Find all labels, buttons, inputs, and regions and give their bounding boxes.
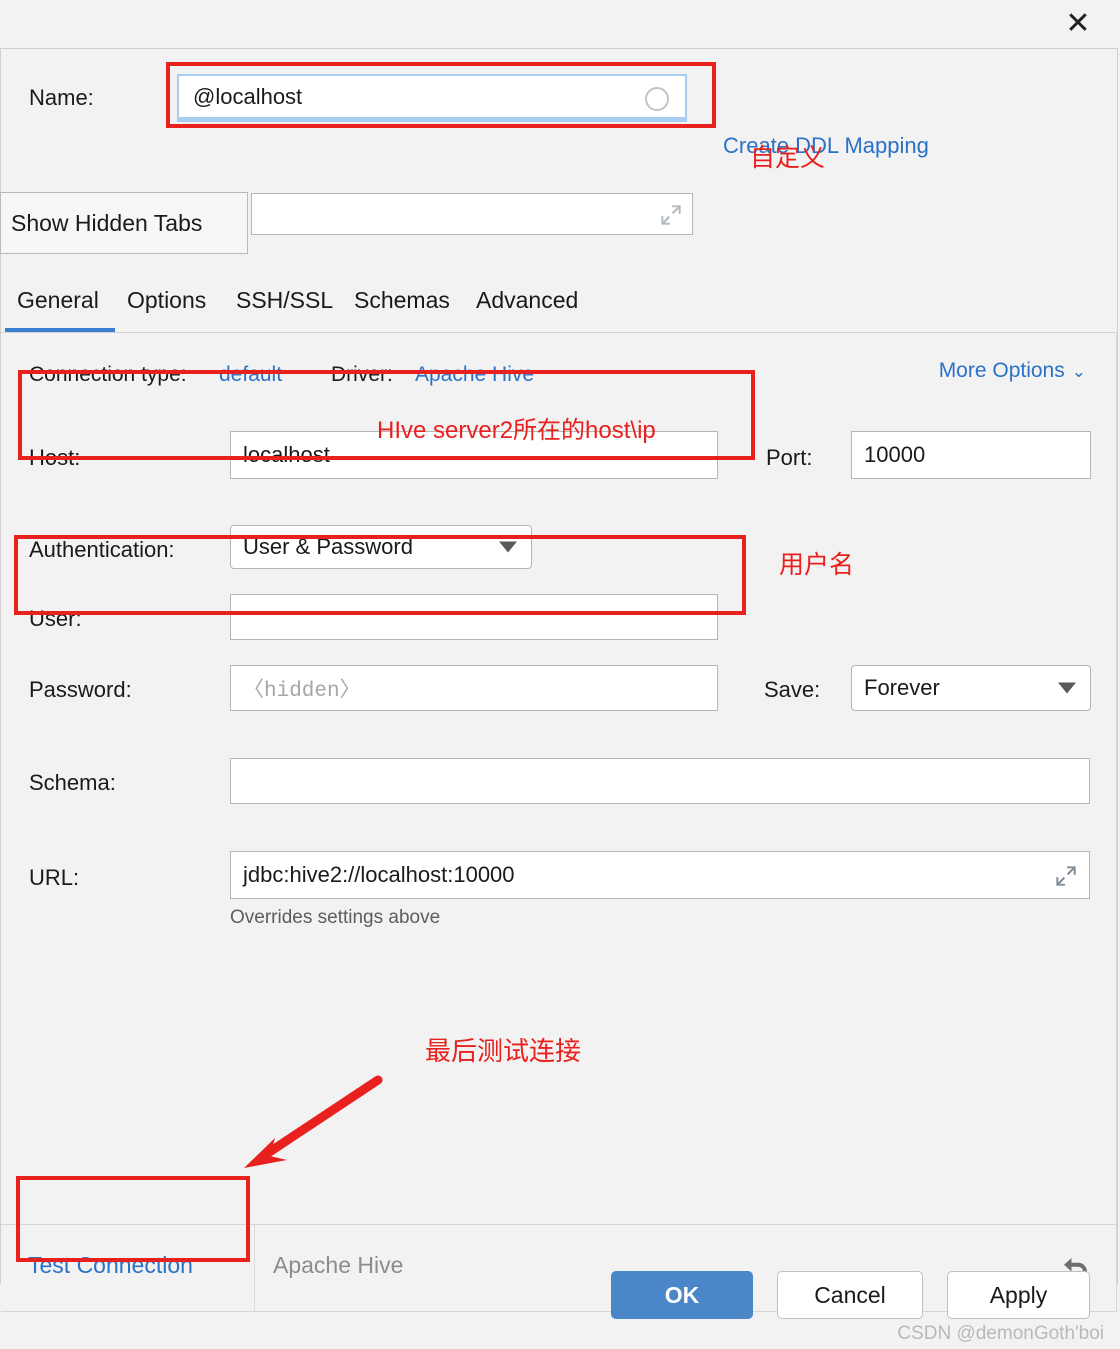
annotation-host-note: HIve server2所在的host\ip [377,417,656,444]
name-label: Name: [29,85,94,110]
driver-value[interactable]: Apache Hive [415,363,534,387]
chevron-down-icon [499,541,517,553]
port-label: Port: [766,445,813,470]
general-tab-panel: Connection type: default Driver: Apache … [1,333,1117,1224]
schema-label: Schema: [29,770,116,795]
password-input[interactable]: 〈hidden〉 [230,665,718,711]
more-options-label: More Options [938,359,1065,382]
circle-indicator-icon [645,87,669,111]
save-select[interactable]: Forever [851,665,1091,711]
dialog-button-bar: OK Cancel Apply CSDN @demonGoth'boi [0,1271,1120,1349]
ok-button[interactable]: OK [611,1271,753,1319]
tab-general[interactable]: General [15,274,101,326]
authentication-label: Authentication: [29,537,175,562]
cancel-button[interactable]: Cancel [777,1271,923,1319]
chevron-down-icon: ⌄ [1071,362,1086,381]
connection-meta-row: Connection type: default Driver: Apache … [1,359,1116,393]
url-value: jdbc:hive2://localhost:10000 [243,862,515,887]
driver-label: Driver: [331,363,393,386]
expand-icon[interactable] [658,202,684,228]
chevron-down-icon [1058,682,1076,694]
annotation-custom-name: 自定义 [750,144,826,172]
annotation-test-note: 最后测试连接 [425,1036,582,1066]
name-field-wrapper [177,74,687,122]
authentication-select[interactable]: User & Password [230,525,532,569]
data-source-dialog: Name: Create DDL Mapping Show Hidden Tab… [0,48,1118,1312]
authentication-value: User & Password [243,534,413,559]
dialog-root: ✕ Name: Create DDL Mapping Show Hi [0,0,1120,1349]
url-input[interactable]: jdbc:hive2://localhost:10000 [230,851,1090,899]
url-label: URL: [29,865,80,890]
tab-advanced[interactable]: Advanced [474,274,580,326]
save-value: Forever [864,675,940,700]
annotation-user-note: 用户名 [779,551,855,579]
expand-icon[interactable] [1053,863,1079,889]
url-hint: Overrides settings above [230,907,441,928]
more-options-toggle[interactable]: More Options ⌄ [939,359,1086,383]
tab-bar: General Options SSH/SSL Schemas Advanced [1,274,1117,332]
password-row: Password: 〈hidden〉 Save: Forever [1,665,1116,715]
comment-input[interactable] [251,193,693,235]
user-input[interactable] [230,594,718,640]
apply-button[interactable]: Apply [947,1271,1090,1319]
password-placeholder: 〈hidden〉 [243,680,361,703]
port-input[interactable]: 10000 [851,431,1091,479]
show-hidden-tabs-tooltip[interactable]: Show Hidden Tabs [0,192,248,254]
tab-schemas[interactable]: Schemas [352,274,452,326]
tab-options[interactable]: Options [125,274,208,326]
schema-row: Schema: [1,758,1116,808]
name-input-box[interactable] [177,74,687,122]
close-icon[interactable]: ✕ [1056,4,1100,44]
name-row: Name: [1,65,1117,131]
connection-type-label: Connection type: [29,363,187,386]
authentication-row: Authentication: User & Password [1,525,1116,575]
user-row: User: [1,594,1116,644]
user-label: User: [29,606,82,631]
password-label: Password: [29,677,132,702]
watermark: CSDN @demonGoth'boi [897,1323,1104,1344]
url-row: URL: jdbc:hive2://localhost:10000 Overri… [1,851,1116,931]
connection-type-value[interactable]: default [219,363,282,387]
save-label: Save: [764,677,821,702]
schema-input[interactable] [230,758,1090,804]
host-label: Host: [29,445,81,470]
name-input[interactable] [179,82,625,111]
tab-ssh-ssl[interactable]: SSH/SSL [234,274,335,326]
title-bar: ✕ [0,0,1120,48]
